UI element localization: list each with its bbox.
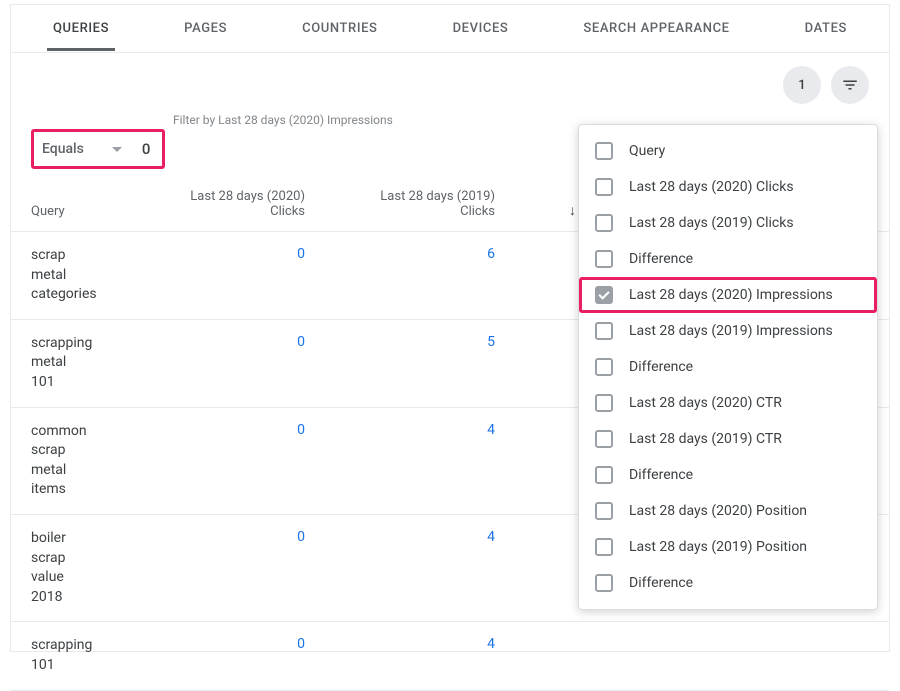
filter-option-label: Last 28 days (2019) Clicks <box>629 215 794 231</box>
tab-search-appearance[interactable]: SEARCH APPEARANCE <box>577 7 735 51</box>
chevron-down-icon <box>112 147 122 152</box>
filter-option[interactable]: Difference <box>579 241 877 277</box>
table-row: scrapping10104 <box>11 622 889 690</box>
clicks-2019-cell[interactable]: 4 <box>341 422 531 438</box>
toolbar: 1 <box>11 53 889 105</box>
filter-highlight: Equals 0 <box>31 129 165 169</box>
filter-option-label: Difference <box>629 359 693 375</box>
checkbox-icon <box>595 430 613 448</box>
tab-bar: QUERIES PAGES COUNTRIES DEVICES SEARCH APPEA… <box>11 5 889 53</box>
clicks-2020-cell[interactable]: 0 <box>151 636 341 652</box>
query-cell[interactable]: boilerscrapvalue2018 <box>31 529 151 607</box>
query-cell[interactable]: scrapping101 <box>31 636 151 675</box>
filter-icon <box>841 76 859 94</box>
filter-option[interactable]: Query <box>579 133 877 169</box>
filter-option-label: Last 28 days (2020) Position <box>629 503 807 519</box>
filter-option-label: Difference <box>629 575 693 591</box>
header-clicks-2019[interactable]: Last 28 days (2019) Clicks <box>341 189 531 219</box>
filter-option[interactable]: Last 28 days (2019) CTR <box>579 421 877 457</box>
query-cell[interactable]: scrappingmetal101 <box>31 334 151 393</box>
filter-option-label: Last 28 days (2019) Impressions <box>629 323 833 339</box>
clicks-2019-cell[interactable]: 5 <box>341 334 531 350</box>
filter-option-label: Last 28 days (2020) Clicks <box>629 179 794 195</box>
filter-option[interactable]: Last 28 days (2019) Impressions <box>579 313 877 349</box>
checkbox-icon <box>595 394 613 412</box>
checkbox-icon <box>595 574 613 592</box>
checkbox-icon <box>595 322 613 340</box>
clicks-2019-cell[interactable]: 4 <box>341 636 531 652</box>
filter-option[interactable]: Last 28 days (2019) Clicks <box>579 205 877 241</box>
checkbox-icon <box>595 250 613 268</box>
active-filters-count-button[interactable]: 1 <box>783 66 821 104</box>
checkbox-icon <box>595 142 613 160</box>
header-clicks-2020[interactable]: Last 28 days (2020) Clicks <box>151 189 341 219</box>
tab-countries[interactable]: COUNTRIES <box>296 7 383 51</box>
filter-option-label: Last 28 days (2019) CTR <box>629 431 782 447</box>
tab-queries[interactable]: QUERIES <box>47 7 115 51</box>
clicks-2019-cell[interactable]: 4 <box>341 529 531 545</box>
checkbox-icon <box>595 178 613 196</box>
clicks-2020-cell[interactable]: 0 <box>151 334 341 350</box>
filter-option-label: Last 28 days (2020) CTR <box>629 395 782 411</box>
clicks-2020-cell[interactable]: 0 <box>151 246 341 262</box>
filter-option[interactable]: Last 28 days (2020) Clicks <box>579 169 877 205</box>
filter-option[interactable]: Difference <box>579 565 877 601</box>
clicks-2019-cell[interactable]: 6 <box>341 246 531 262</box>
checkbox-icon <box>595 286 613 304</box>
header-query[interactable]: Query <box>31 204 151 219</box>
filter-option-label: Difference <box>629 251 693 267</box>
filter-option[interactable]: Last 28 days (2020) CTR <box>579 385 877 421</box>
checkbox-icon <box>595 466 613 484</box>
tab-pages[interactable]: PAGES <box>178 7 233 51</box>
checkbox-icon <box>595 214 613 232</box>
checkbox-icon <box>595 358 613 376</box>
filter-option-label: Difference <box>629 467 693 483</box>
tab-devices[interactable]: DEVICES <box>447 7 515 51</box>
filter-operator-select[interactable]: Equals <box>42 141 122 157</box>
query-cell[interactable]: commonscrapmetalitems <box>31 422 151 500</box>
filter-column-dropdown[interactable]: Query Last 28 days (2020) Clicks Last 28 d… <box>578 124 878 610</box>
filter-button[interactable] <box>831 66 869 104</box>
clicks-2020-cell[interactable]: 0 <box>151 529 341 545</box>
checkbox-icon <box>595 502 613 520</box>
tab-dates[interactable]: DATES <box>799 7 853 51</box>
filter-operator-label: Equals <box>42 141 84 157</box>
filter-option-label: Last 28 days (2020) Impressions <box>629 287 833 303</box>
filter-value-input[interactable]: 0 <box>142 140 155 158</box>
checkbox-icon <box>595 538 613 556</box>
filter-option[interactable]: Difference <box>579 457 877 493</box>
filter-option[interactable]: Difference <box>579 349 877 385</box>
filter-option[interactable]: Last 28 days (2020) Impressions <box>579 277 877 313</box>
filter-option[interactable]: Last 28 days (2019) Position <box>579 529 877 565</box>
clicks-2020-cell[interactable]: 0 <box>151 422 341 438</box>
filter-option-label: Last 28 days (2019) Position <box>629 539 807 555</box>
filter-option-label: Query <box>629 143 665 159</box>
filter-option[interactable]: Last 28 days (2020) Position <box>579 493 877 529</box>
filter-count-text: 1 <box>798 78 805 93</box>
query-cell[interactable]: scrapmetalcategories <box>31 246 151 305</box>
